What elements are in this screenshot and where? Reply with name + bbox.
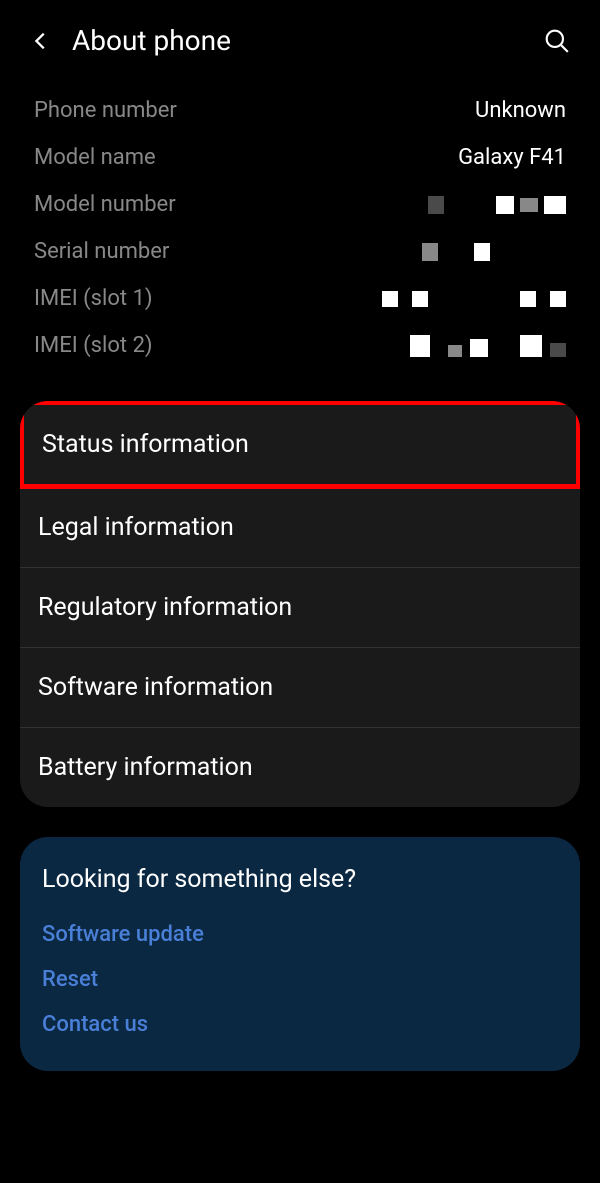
header-left: About phone xyxy=(30,24,231,57)
imei1-label: IMEI (slot 1) xyxy=(34,286,153,311)
link-software-update[interactable]: Software update xyxy=(42,912,558,957)
menu-item-software-label: Software information xyxy=(38,673,273,702)
info-row-model-number: Model number xyxy=(34,181,566,228)
imei2-redacted xyxy=(374,335,566,357)
model-number-label: Model number xyxy=(34,192,176,217)
menu-item-legal-label: Legal information xyxy=(38,513,234,542)
suggestion-title: Looking for something else? xyxy=(42,865,558,894)
imei1-redacted xyxy=(382,291,566,307)
menu-item-regulatory[interactable]: Regulatory information xyxy=(20,568,580,648)
model-name-label: Model name xyxy=(34,145,156,170)
info-row-serial-number: Serial number xyxy=(34,228,566,275)
link-reset[interactable]: Reset xyxy=(42,957,558,1002)
menu-item-battery[interactable]: Battery information xyxy=(20,728,580,807)
menu-item-software[interactable]: Software information xyxy=(20,648,580,728)
model-number-redacted xyxy=(428,196,566,214)
phone-number-value: Unknown xyxy=(475,98,566,123)
suggestion-card: Looking for something else? Software upd… xyxy=(20,837,580,1071)
search-icon[interactable] xyxy=(544,28,570,54)
menu-item-status[interactable]: Status information xyxy=(20,401,580,489)
info-section: Phone number Unknown Model name Galaxy F… xyxy=(0,77,600,389)
menu-item-regulatory-label: Regulatory information xyxy=(38,593,292,622)
info-row-phone-number: Phone number Unknown xyxy=(34,87,566,134)
info-row-model-name: Model name Galaxy F41 xyxy=(34,134,566,181)
serial-number-redacted xyxy=(422,243,566,261)
menu-item-legal[interactable]: Legal information xyxy=(20,488,580,568)
menu-card: Status information Legal information Reg… xyxy=(20,401,580,807)
page-title: About phone xyxy=(72,24,231,57)
imei2-label: IMEI (slot 2) xyxy=(34,333,153,358)
model-name-value: Galaxy F41 xyxy=(458,145,566,170)
header: About phone xyxy=(0,0,600,77)
serial-number-label: Serial number xyxy=(34,239,169,264)
info-row-imei1: IMEI (slot 1) xyxy=(34,275,566,322)
link-contact-us[interactable]: Contact us xyxy=(42,1002,558,1047)
menu-item-battery-label: Battery information xyxy=(38,753,253,782)
menu-item-status-label: Status information xyxy=(42,430,249,459)
back-icon[interactable] xyxy=(30,30,52,52)
info-row-imei2: IMEI (slot 2) xyxy=(34,322,566,369)
phone-number-label: Phone number xyxy=(34,98,177,123)
